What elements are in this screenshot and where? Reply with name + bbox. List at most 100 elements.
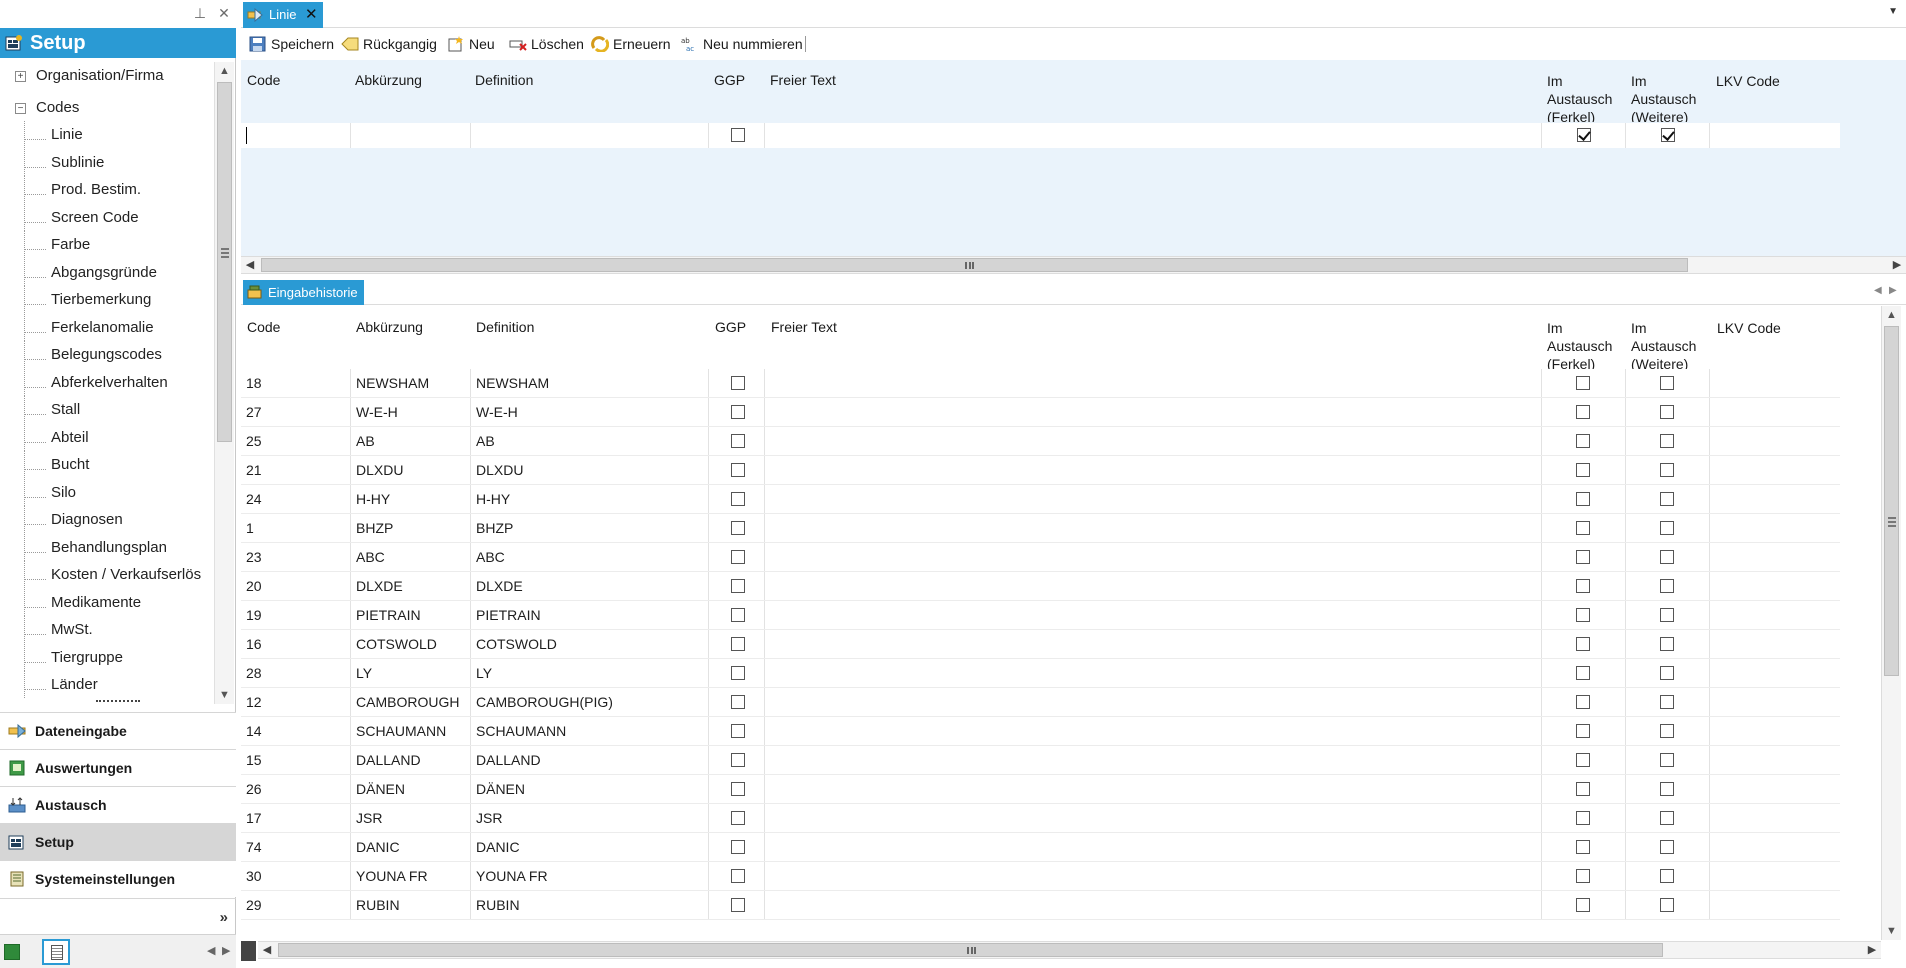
- austausch-ferkel-checkbox[interactable]: [1576, 521, 1590, 535]
- table-row[interactable]: 29 RUBIN RUBIN: [241, 891, 1840, 920]
- austausch-ferkel-checkbox[interactable]: [1576, 434, 1590, 448]
- scroll-right-icon[interactable]: ▶: [1888, 257, 1906, 273]
- ggp-checkbox[interactable]: [731, 492, 745, 506]
- austausch-ferkel-checkbox[interactable]: [1576, 376, 1590, 390]
- austausch-ferkel-checkbox[interactable]: [1576, 550, 1590, 564]
- austausch-weitere-checkbox[interactable]: [1660, 695, 1674, 709]
- austausch-weitere-checkbox[interactable]: [1660, 637, 1674, 651]
- austausch-ferkel-checkbox[interactable]: [1576, 405, 1590, 419]
- austausch-ferkel-checkbox[interactable]: [1576, 608, 1590, 622]
- expand-icon[interactable]: +: [15, 71, 26, 82]
- undo-button[interactable]: Rückgangig: [341, 34, 437, 54]
- table-row[interactable]: 27 W-E-H W-E-H: [241, 398, 1840, 427]
- scroll-down-icon[interactable]: ▼: [1882, 922, 1901, 940]
- austausch-weitere-checkbox[interactable]: [1660, 782, 1674, 796]
- scroll-right-icon[interactable]: ▶: [1863, 942, 1881, 958]
- col-header-code[interactable]: Code: [247, 71, 280, 89]
- history-hscrollbar[interactable]: ◀ ▶: [258, 941, 1881, 959]
- austausch-ferkel-checkbox[interactable]: [1576, 666, 1590, 680]
- chevron-right-icon[interactable]: ▶: [1889, 285, 1897, 296]
- nav-auswertungen[interactable]: Auswertungen: [0, 749, 236, 786]
- table-row[interactable]: 20 DLXDE DLXDE: [241, 572, 1840, 601]
- table-row[interactable]: 15 DALLAND DALLAND: [241, 746, 1840, 775]
- ggp-checkbox[interactable]: [731, 521, 745, 535]
- code-input[interactable]: [241, 123, 351, 148]
- table-row[interactable]: 19 PIETRAIN PIETRAIN: [241, 601, 1840, 630]
- table-row[interactable]: 26 DÄNEN DÄNEN: [241, 775, 1840, 804]
- austausch-ferkel-checkbox[interactable]: [1576, 869, 1590, 883]
- col-header-ggp[interactable]: GGP: [714, 71, 745, 89]
- refresh-button[interactable]: Erneuern: [591, 34, 671, 54]
- col-header-austausch-weitere[interactable]: Im Austausch (Weitere): [1631, 319, 1711, 369]
- austausch-weitere-checkbox[interactable]: [1660, 811, 1674, 825]
- table-row[interactable]: 21 DLXDU DLXDU: [241, 456, 1840, 485]
- col-header-ggp[interactable]: GGP: [715, 318, 746, 336]
- freier-text-input[interactable]: [765, 123, 1542, 148]
- entry-hscrollbar[interactable]: ◀ ▶: [241, 256, 1906, 274]
- history-vscroll-thumb[interactable]: [1884, 326, 1899, 676]
- ggp-checkbox[interactable]: [731, 724, 745, 738]
- nav-systemeinstellungen[interactable]: Systemeinstellungen: [0, 860, 236, 897]
- ggp-checkbox[interactable]: [731, 753, 745, 767]
- austausch-weitere-checkbox[interactable]: [1660, 521, 1674, 535]
- col-header-lkv-code[interactable]: LKV Code: [1717, 319, 1781, 337]
- report-icon[interactable]: [4, 944, 20, 960]
- table-row[interactable]: 12 CAMBOROUGH CAMBOROUGH(PIG): [241, 688, 1840, 717]
- austausch-weitere-checkbox[interactable]: [1660, 579, 1674, 593]
- ggp-checkbox[interactable]: [731, 128, 745, 142]
- austausch-ferkel-checkbox[interactable]: [1576, 579, 1590, 593]
- col-header-freier-text[interactable]: Freier Text: [770, 71, 836, 89]
- ggp-checkbox[interactable]: [731, 666, 745, 680]
- austausch-ferkel-checkbox[interactable]: [1576, 724, 1590, 738]
- ggp-checkbox[interactable]: [731, 405, 745, 419]
- table-row[interactable]: 23 ABC ABC: [241, 543, 1840, 572]
- abkuerzung-input[interactable]: [351, 123, 471, 148]
- ggp-checkbox[interactable]: [731, 898, 745, 912]
- table-row[interactable]: 17 JSR JSR: [241, 804, 1840, 833]
- nav-austausch[interactable]: Austausch: [0, 786, 236, 823]
- col-header-freier-text[interactable]: Freier Text: [771, 318, 837, 336]
- ggp-checkbox[interactable]: [731, 782, 745, 796]
- col-header-austausch-ferkel[interactable]: Im Austausch (Ferkel): [1547, 72, 1627, 122]
- scroll-down-icon[interactable]: ▼: [215, 686, 234, 704]
- delete-button[interactable]: Löschen: [509, 34, 584, 54]
- austausch-weitere-checkbox[interactable]: [1660, 840, 1674, 854]
- austausch-weitere-checkbox[interactable]: [1660, 550, 1674, 564]
- table-row[interactable]: 18 NEWSHAM NEWSHAM: [241, 369, 1840, 398]
- austausch-weitere-checkbox[interactable]: [1660, 753, 1674, 767]
- austausch-weitere-checkbox[interactable]: [1660, 405, 1674, 419]
- austausch-weitere-checkbox[interactable]: [1660, 869, 1674, 883]
- scroll-up-icon[interactable]: ▲: [1882, 306, 1901, 324]
- ggp-checkbox[interactable]: [731, 637, 745, 651]
- austausch-weitere-checkbox[interactable]: [1660, 898, 1674, 912]
- ggp-checkbox[interactable]: [731, 608, 745, 622]
- table-row[interactable]: 25 AB AB: [241, 427, 1840, 456]
- austausch-ferkel-checkbox[interactable]: [1576, 753, 1590, 767]
- chevron-left-icon[interactable]: ◀: [207, 944, 215, 957]
- austausch-weitere-checkbox[interactable]: [1660, 666, 1674, 680]
- save-button[interactable]: Speichern: [249, 34, 334, 54]
- history-hscroll-thumb[interactable]: [278, 943, 1663, 957]
- table-row[interactable]: 30 YOUNA FR YOUNA FR: [241, 862, 1840, 891]
- austausch-weitere-checkbox[interactable]: [1660, 724, 1674, 738]
- austausch-weitere-checkbox[interactable]: [1661, 128, 1675, 142]
- austausch-ferkel-checkbox[interactable]: [1576, 463, 1590, 477]
- austausch-ferkel-checkbox[interactable]: [1576, 492, 1590, 506]
- nav-dateneingabe[interactable]: Dateneingabe: [0, 712, 236, 749]
- austausch-ferkel-checkbox[interactable]: [1576, 840, 1590, 854]
- scroll-left-icon[interactable]: ◀: [258, 942, 276, 958]
- austausch-weitere-checkbox[interactable]: [1660, 608, 1674, 622]
- ggp-checkbox[interactable]: [731, 550, 745, 564]
- col-header-abkuerzung[interactable]: Abkürzung: [355, 71, 422, 89]
- col-header-definition[interactable]: Definition: [475, 71, 533, 89]
- col-header-austausch-weitere[interactable]: Im Austausch (Weitere): [1631, 72, 1711, 122]
- col-header-code[interactable]: Code: [247, 318, 280, 336]
- entry-hscroll-thumb[interactable]: [261, 258, 1688, 272]
- tab-close-icon[interactable]: ✕: [305, 2, 318, 28]
- close-icon[interactable]: ✕: [216, 5, 232, 21]
- col-header-lkv-code[interactable]: LKV Code: [1716, 72, 1780, 90]
- col-header-austausch-ferkel[interactable]: Im Austausch (Ferkel): [1547, 319, 1627, 369]
- tab-linie[interactable]: Linie ✕: [243, 2, 323, 28]
- col-header-abkuerzung[interactable]: Abkürzung: [356, 318, 423, 336]
- austausch-weitere-checkbox[interactable]: [1660, 463, 1674, 477]
